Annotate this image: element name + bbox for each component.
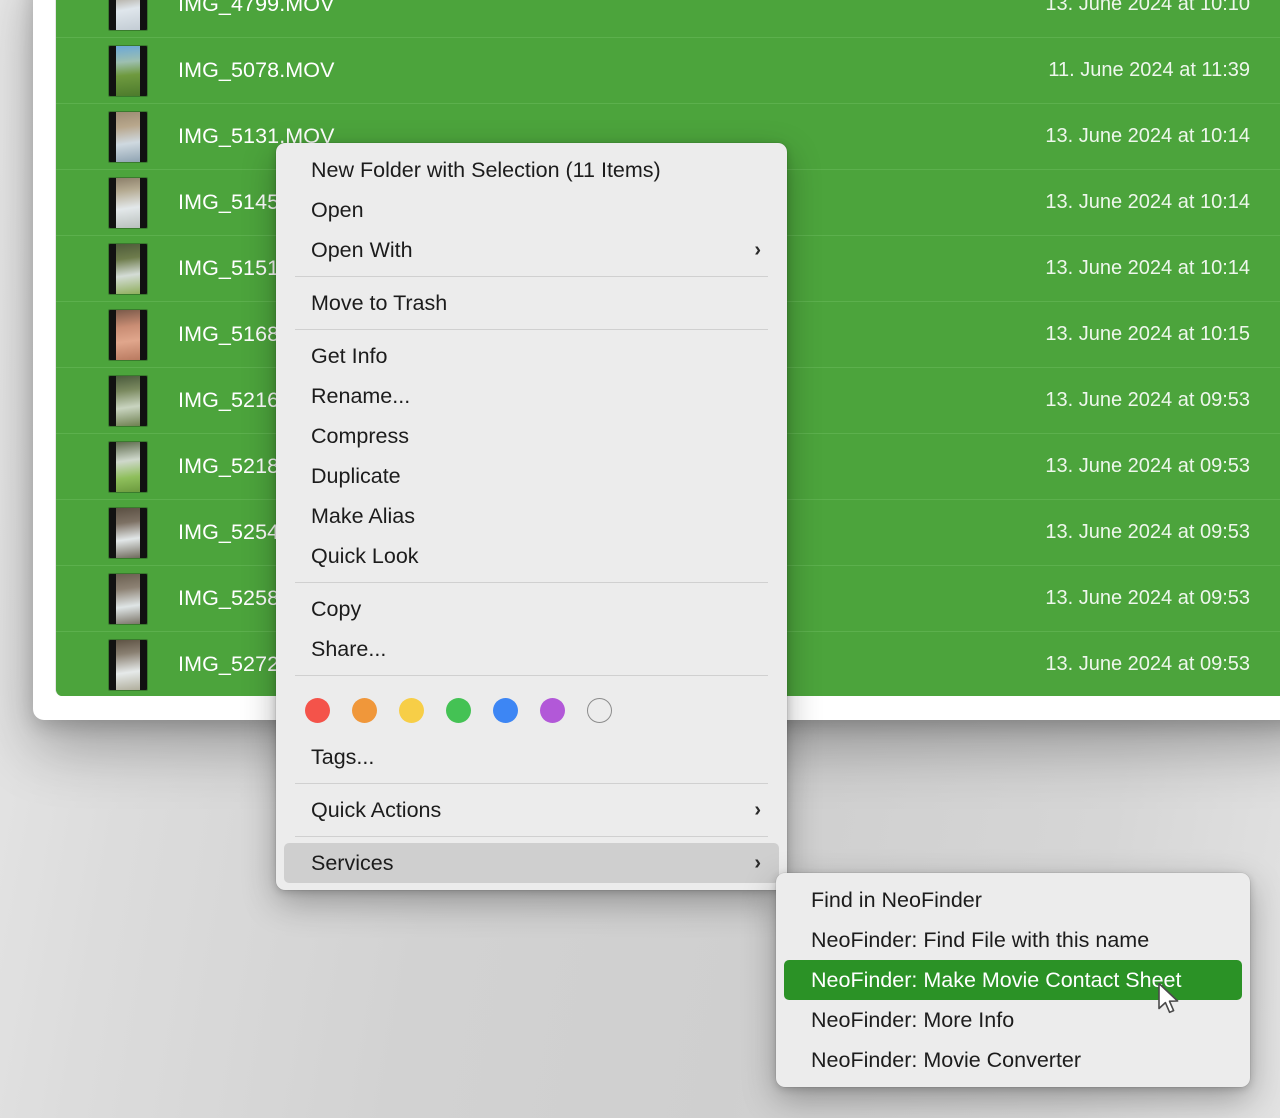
services-item-neofinder-more-info[interactable]: NeoFinder: More Info [784,1000,1242,1040]
context-menu-item-duplicate[interactable]: Duplicate [284,456,779,496]
tag-swatch-green[interactable] [446,698,471,723]
file-thumbnail [109,376,147,426]
menu-separator-4 [295,675,768,676]
file-date-modified: 13. June 2024 at 10:14 [1045,191,1250,214]
menu-separator-1 [295,276,768,277]
tag-swatch-orange[interactable] [352,698,377,723]
file-row[interactable]: IMG_4799.MOV 13. June 2024 at 10:10 [56,0,1280,38]
file-thumbnail [109,640,147,690]
menu-item-label: Share... [311,637,386,662]
context-menu-item-compress[interactable]: Compress [284,416,779,456]
menu-item-label: Duplicate [311,464,401,489]
chevron-right-icon: › [754,240,761,260]
context-menu-item-quick-actions[interactable]: Quick Actions › [284,790,779,830]
file-thumbnail [109,310,147,360]
file-date-modified: 13. June 2024 at 10:14 [1045,125,1250,148]
context-menu-item-tags[interactable]: Tags... [284,737,779,777]
menu-item-label: Quick Look [311,544,419,569]
menu-item-label: Open [311,198,364,223]
context-menu-item-open[interactable]: Open [284,190,779,230]
file-thumbnail [109,574,147,624]
file-thumbnail [109,0,147,30]
services-item-find-in-neofinder[interactable]: Find in NeoFinder [784,880,1242,920]
tag-swatch-none[interactable] [587,698,612,723]
file-date-modified: 13. June 2024 at 09:53 [1045,521,1250,544]
file-thumbnail [109,112,147,162]
tag-swatch-purple[interactable] [540,698,565,723]
chevron-right-icon: › [754,853,761,873]
menu-item-label: Get Info [311,344,388,369]
file-date-modified: 13. June 2024 at 10:10 [1045,0,1250,16]
file-thumbnail [109,178,147,228]
file-date-modified: 13. June 2024 at 10:15 [1045,323,1250,346]
tag-color-swatches[interactable] [276,682,787,737]
menu-item-label: New Folder with Selection (11 Items) [311,158,661,183]
file-row[interactable]: IMG_5078.MOV 11. June 2024 at 11:39 [56,38,1280,104]
context-menu-item-quick-look[interactable]: Quick Look [284,536,779,576]
chevron-right-icon: › [754,800,761,820]
file-date-modified: 11. June 2024 at 11:39 [1048,59,1250,82]
file-date-modified: 13. June 2024 at 09:53 [1045,389,1250,412]
menu-item-label: Tags... [311,745,374,770]
context-menu-item-get-info[interactable]: Get Info [284,336,779,376]
menu-item-label: Open With [311,238,413,263]
services-item-neofinder-movie-converter[interactable]: NeoFinder: Movie Converter [784,1040,1242,1080]
menu-item-label: Move to Trash [311,291,447,316]
context-menu-item-new-folder-with-selection-11-items[interactable]: New Folder with Selection (11 Items) [284,150,779,190]
tag-swatch-blue[interactable] [493,698,518,723]
menu-item-label: NeoFinder: Make Movie Contact Sheet [811,968,1181,993]
menu-item-label: Make Alias [311,504,415,529]
tag-swatch-yellow[interactable] [399,698,424,723]
tag-swatch-red[interactable] [305,698,330,723]
menu-item-label: NeoFinder: Movie Converter [811,1048,1081,1073]
context-menu-item-open-with[interactable]: Open With › [284,230,779,270]
context-menu-item-services[interactable]: Services › [284,843,779,883]
services-item-neofinder-find-file-with-this-name[interactable]: NeoFinder: Find File with this name [784,920,1242,960]
context-menu-item-rename[interactable]: Rename... [284,376,779,416]
menu-item-label: Services [311,851,393,876]
file-date-modified: 13. June 2024 at 09:53 [1045,653,1250,676]
file-thumbnail [109,442,147,492]
menu-separator-5 [295,783,768,784]
file-thumbnail [109,46,147,96]
menu-item-label: Rename... [311,384,410,409]
context-menu-item-make-alias[interactable]: Make Alias [284,496,779,536]
menu-item-label: Compress [311,424,409,449]
services-submenu[interactable]: Find in NeoFinder NeoFinder: Find File wi… [776,873,1250,1087]
menu-item-label: NeoFinder: Find File with this name [811,928,1149,953]
menu-separator-6 [295,836,768,837]
context-menu-item-move-to-trash[interactable]: Move to Trash [284,283,779,323]
file-date-modified: 13. June 2024 at 10:14 [1045,257,1250,280]
menu-item-label: Quick Actions [311,798,441,823]
menu-item-label: NeoFinder: More Info [811,1008,1014,1033]
file-date-modified: 13. June 2024 at 09:53 [1045,455,1250,478]
context-menu-item-share[interactable]: Share... [284,629,779,669]
menu-separator-3 [295,582,768,583]
menu-separator-2 [295,329,768,330]
file-date-modified: 13. June 2024 at 09:53 [1045,587,1250,610]
file-name: IMG_4799.MOV [178,0,335,17]
context-menu[interactable]: New Folder with Selection (11 Items) Open… [276,143,787,890]
file-name: IMG_5078.MOV [178,58,335,83]
context-menu-item-copy[interactable]: Copy [284,589,779,629]
menu-item-label: Copy [311,597,361,622]
file-thumbnail [109,244,147,294]
services-item-neofinder-make-movie-contact-sheet[interactable]: NeoFinder: Make Movie Contact Sheet [784,960,1242,1000]
file-thumbnail [109,508,147,558]
menu-item-label: Find in NeoFinder [811,888,982,913]
